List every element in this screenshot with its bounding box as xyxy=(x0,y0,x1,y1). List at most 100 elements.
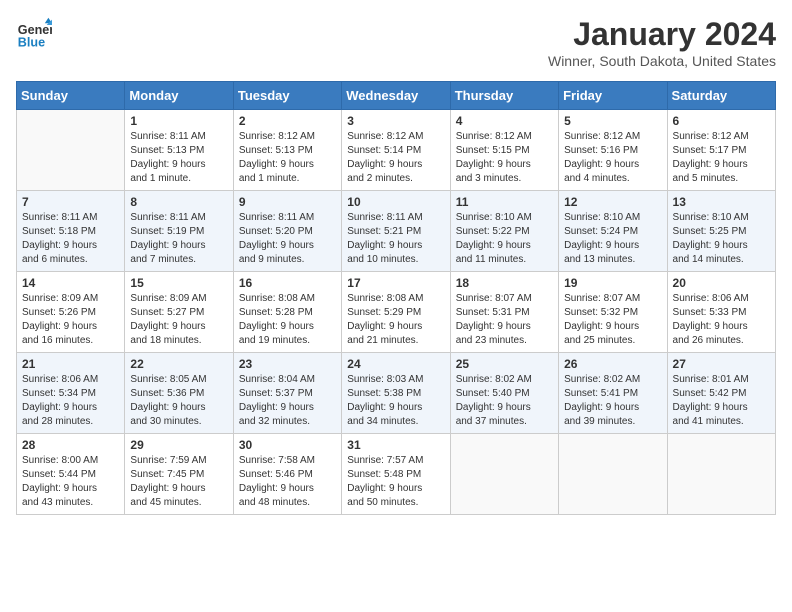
day-number: 19 xyxy=(564,276,661,290)
calendar-cell: 14 Sunrise: 8:09 AMSunset: 5:26 PMDayligh… xyxy=(17,272,125,353)
day-info: Sunrise: 8:12 AMSunset: 5:13 PMDaylight:… xyxy=(239,130,336,186)
day-info: Sunrise: 8:08 AMSunset: 5:29 PMDaylight:… xyxy=(347,292,444,348)
day-info: Sunrise: 8:11 AMSunset: 5:19 PMDaylight:… xyxy=(130,211,227,267)
calendar-cell: 2 Sunrise: 8:12 AMSunset: 5:13 PMDaylight… xyxy=(233,110,341,191)
logo-icon: General Blue xyxy=(16,16,52,52)
calendar-cell: 1 Sunrise: 8:11 AMSunset: 5:13 PMDaylight… xyxy=(125,110,233,191)
day-info: Sunrise: 8:06 AMSunset: 5:33 PMDaylight:… xyxy=(673,292,770,348)
day-info: Sunrise: 8:07 AMSunset: 5:31 PMDaylight:… xyxy=(456,292,553,348)
day-number: 27 xyxy=(673,357,770,371)
day-info: Sunrise: 8:11 AMSunset: 5:21 PMDaylight:… xyxy=(347,211,444,267)
day-number: 31 xyxy=(347,438,444,452)
calendar-cell xyxy=(559,434,667,515)
calendar-cell: 3 Sunrise: 8:12 AMSunset: 5:14 PMDaylight… xyxy=(342,110,450,191)
calendar-cell: 9 Sunrise: 8:11 AMSunset: 5:20 PMDaylight… xyxy=(233,191,341,272)
day-number: 28 xyxy=(22,438,119,452)
calendar-cell: 7 Sunrise: 8:11 AMSunset: 5:18 PMDaylight… xyxy=(17,191,125,272)
day-number: 11 xyxy=(456,195,553,209)
calendar-cell xyxy=(450,434,558,515)
day-number: 10 xyxy=(347,195,444,209)
day-number: 7 xyxy=(22,195,119,209)
day-info: Sunrise: 8:08 AMSunset: 5:28 PMDaylight:… xyxy=(239,292,336,348)
day-number: 4 xyxy=(456,114,553,128)
day-info: Sunrise: 7:57 AMSunset: 5:48 PMDaylight:… xyxy=(347,454,444,510)
location: Winner, South Dakota, United States xyxy=(548,53,776,69)
day-info: Sunrise: 8:04 AMSunset: 5:37 PMDaylight:… xyxy=(239,373,336,429)
title-block: January 2024 Winner, South Dakota, Unite… xyxy=(548,16,776,69)
calendar-cell: 5 Sunrise: 8:12 AMSunset: 5:16 PMDaylight… xyxy=(559,110,667,191)
calendar-cell: 22Sunrise: 8:05 AMSunset: 5:36 PMDayligh… xyxy=(125,353,233,434)
calendar-week-1: 1 Sunrise: 8:11 AMSunset: 5:13 PMDaylight… xyxy=(17,110,776,191)
day-number: 5 xyxy=(564,114,661,128)
day-info: Sunrise: 8:11 AMSunset: 5:13 PMDaylight:… xyxy=(130,130,227,186)
day-info: Sunrise: 8:12 AMSunset: 5:15 PMDaylight:… xyxy=(456,130,553,186)
calendar-week-3: 14 Sunrise: 8:09 AMSunset: 5:26 PMDayligh… xyxy=(17,272,776,353)
calendar-cell: 13 Sunrise: 8:10 AMSunset: 5:25 PMDayligh… xyxy=(667,191,775,272)
day-number: 17 xyxy=(347,276,444,290)
day-info: Sunrise: 8:11 AMSunset: 5:18 PMDaylight:… xyxy=(22,211,119,267)
day-number: 23 xyxy=(239,357,336,371)
day-info: Sunrise: 8:02 AMSunset: 5:41 PMDaylight:… xyxy=(564,373,661,429)
weekday-header-sunday: Sunday xyxy=(17,82,125,110)
day-number: 12 xyxy=(564,195,661,209)
calendar-cell: 4 Sunrise: 8:12 AMSunset: 5:15 PMDaylight… xyxy=(450,110,558,191)
calendar-cell: 15Sunrise: 8:09 AMSunset: 5:27 PMDayligh… xyxy=(125,272,233,353)
calendar-week-4: 21Sunrise: 8:06 AMSunset: 5:34 PMDayligh… xyxy=(17,353,776,434)
day-number: 2 xyxy=(239,114,336,128)
day-info: Sunrise: 8:02 AMSunset: 5:40 PMDaylight:… xyxy=(456,373,553,429)
day-number: 15 xyxy=(130,276,227,290)
day-number: 24 xyxy=(347,357,444,371)
weekday-header-tuesday: Tuesday xyxy=(233,82,341,110)
day-info: Sunrise: 8:05 AMSunset: 5:36 PMDaylight:… xyxy=(130,373,227,429)
day-info: Sunrise: 8:12 AMSunset: 5:14 PMDaylight:… xyxy=(347,130,444,186)
day-number: 1 xyxy=(130,114,227,128)
calendar-table: SundayMondayTuesdayWednesdayThursdayFrid… xyxy=(16,81,776,515)
day-number: 9 xyxy=(239,195,336,209)
day-number: 8 xyxy=(130,195,227,209)
day-number: 3 xyxy=(347,114,444,128)
weekday-header-wednesday: Wednesday xyxy=(342,82,450,110)
calendar-cell: 29Sunrise: 7:59 AMSunset: 7:45 PMDayligh… xyxy=(125,434,233,515)
calendar-cell: 26 Sunrise: 8:02 AMSunset: 5:41 PMDayligh… xyxy=(559,353,667,434)
day-info: Sunrise: 8:10 AMSunset: 5:25 PMDaylight:… xyxy=(673,211,770,267)
calendar-cell: 30 Sunrise: 7:58 AMSunset: 5:46 PMDayligh… xyxy=(233,434,341,515)
day-info: Sunrise: 8:07 AMSunset: 5:32 PMDaylight:… xyxy=(564,292,661,348)
calendar-cell: 12Sunrise: 8:10 AMSunset: 5:24 PMDayligh… xyxy=(559,191,667,272)
calendar-cell: 19 Sunrise: 8:07 AMSunset: 5:32 PMDayligh… xyxy=(559,272,667,353)
day-number: 21 xyxy=(22,357,119,371)
day-number: 18 xyxy=(456,276,553,290)
day-number: 26 xyxy=(564,357,661,371)
day-info: Sunrise: 8:00 AMSunset: 5:44 PMDaylight:… xyxy=(22,454,119,510)
month-title: January 2024 xyxy=(548,16,776,53)
day-number: 14 xyxy=(22,276,119,290)
day-info: Sunrise: 8:09 AMSunset: 5:26 PMDaylight:… xyxy=(22,292,119,348)
calendar-cell: 23 Sunrise: 8:04 AMSunset: 5:37 PMDayligh… xyxy=(233,353,341,434)
calendar-cell: 27Sunrise: 8:01 AMSunset: 5:42 PMDayligh… xyxy=(667,353,775,434)
logo: General Blue xyxy=(16,16,52,52)
calendar-cell: 28 Sunrise: 8:00 AMSunset: 5:44 PMDayligh… xyxy=(17,434,125,515)
calendar-cell: 17 Sunrise: 8:08 AMSunset: 5:29 PMDayligh… xyxy=(342,272,450,353)
day-info: Sunrise: 8:11 AMSunset: 5:20 PMDaylight:… xyxy=(239,211,336,267)
day-number: 30 xyxy=(239,438,336,452)
weekday-header-friday: Friday xyxy=(559,82,667,110)
page-header: General Blue January 2024 Winner, South … xyxy=(16,16,776,69)
calendar-cell xyxy=(17,110,125,191)
calendar-cell: 11 Sunrise: 8:10 AMSunset: 5:22 PMDayligh… xyxy=(450,191,558,272)
day-number: 13 xyxy=(673,195,770,209)
calendar-cell: 8 Sunrise: 8:11 AMSunset: 5:19 PMDaylight… xyxy=(125,191,233,272)
day-number: 16 xyxy=(239,276,336,290)
calendar-cell: 21Sunrise: 8:06 AMSunset: 5:34 PMDayligh… xyxy=(17,353,125,434)
day-number: 29 xyxy=(130,438,227,452)
calendar-cell: 25Sunrise: 8:02 AMSunset: 5:40 PMDayligh… xyxy=(450,353,558,434)
calendar-cell: 24 Sunrise: 8:03 AMSunset: 5:38 PMDayligh… xyxy=(342,353,450,434)
day-number: 6 xyxy=(673,114,770,128)
weekday-header-monday: Monday xyxy=(125,82,233,110)
day-number: 20 xyxy=(673,276,770,290)
day-info: Sunrise: 8:03 AMSunset: 5:38 PMDaylight:… xyxy=(347,373,444,429)
weekday-header-thursday: Thursday xyxy=(450,82,558,110)
day-info: Sunrise: 8:12 AMSunset: 5:17 PMDaylight:… xyxy=(673,130,770,186)
day-info: Sunrise: 7:58 AMSunset: 5:46 PMDaylight:… xyxy=(239,454,336,510)
day-info: Sunrise: 8:12 AMSunset: 5:16 PMDaylight:… xyxy=(564,130,661,186)
day-info: Sunrise: 8:10 AMSunset: 5:22 PMDaylight:… xyxy=(456,211,553,267)
weekday-header-row: SundayMondayTuesdayWednesdayThursdayFrid… xyxy=(17,82,776,110)
